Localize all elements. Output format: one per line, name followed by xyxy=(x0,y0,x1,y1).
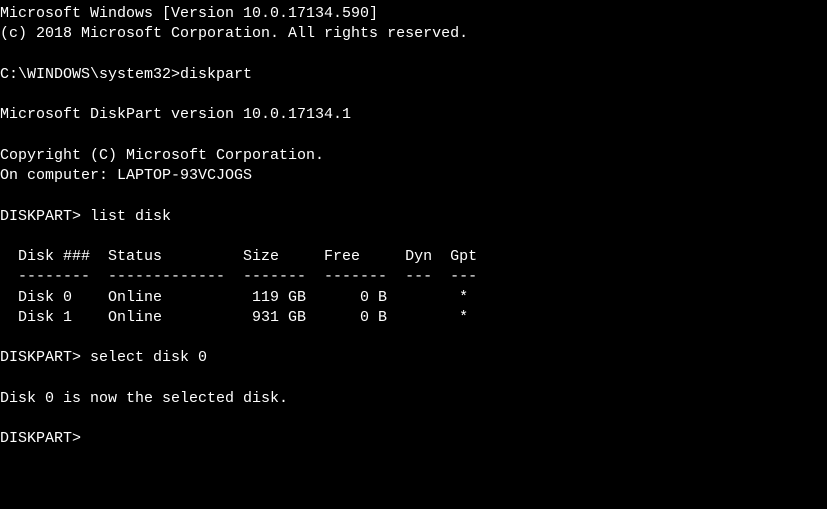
diskpart-prompt-line[interactable]: DISKPART> xyxy=(0,429,827,449)
diskpart-command[interactable]: list disk xyxy=(90,208,171,225)
os-version-line: Microsoft Windows [Version 10.0.17134.59… xyxy=(0,4,827,24)
diskpart-prompt-line: DISKPART> list disk xyxy=(0,207,827,227)
diskpart-prompt-line: DISKPART> select disk 0 xyxy=(0,348,827,368)
table-row: Disk 1 Online 931 GB 0 B * xyxy=(0,308,827,328)
diskpart-copyright-line: Copyright (C) Microsoft Corporation. xyxy=(0,146,827,166)
table-header: Disk ### Status Size Free Dyn Gpt xyxy=(0,247,827,267)
cmd-command[interactable]: diskpart xyxy=(180,66,252,83)
table-row: Disk 0 Online 119 GB 0 B * xyxy=(0,288,827,308)
diskpart-prompt: DISKPART> xyxy=(0,349,90,366)
result-line: Disk 0 is now the selected disk. xyxy=(0,389,827,409)
diskpart-prompt: DISKPART> xyxy=(0,430,90,447)
cmd-prompt: C:\WINDOWS\system32> xyxy=(0,66,180,83)
blank-line xyxy=(0,227,827,247)
cmd-prompt-line: C:\WINDOWS\system32>diskpart xyxy=(0,65,827,85)
diskpart-computer-line: On computer: LAPTOP-93VCJOGS xyxy=(0,166,827,186)
diskpart-version-line: Microsoft DiskPart version 10.0.17134.1 xyxy=(0,105,827,125)
os-copyright-line: (c) 2018 Microsoft Corporation. All righ… xyxy=(0,24,827,44)
blank-line xyxy=(0,328,827,348)
blank-line xyxy=(0,85,827,105)
diskpart-command[interactable]: select disk 0 xyxy=(90,349,207,366)
blank-line xyxy=(0,45,827,65)
blank-line xyxy=(0,186,827,206)
diskpart-prompt: DISKPART> xyxy=(0,208,90,225)
table-divider: -------- ------------- ------- ------- -… xyxy=(0,267,827,287)
blank-line xyxy=(0,409,827,429)
blank-line xyxy=(0,126,827,146)
blank-line xyxy=(0,369,827,389)
